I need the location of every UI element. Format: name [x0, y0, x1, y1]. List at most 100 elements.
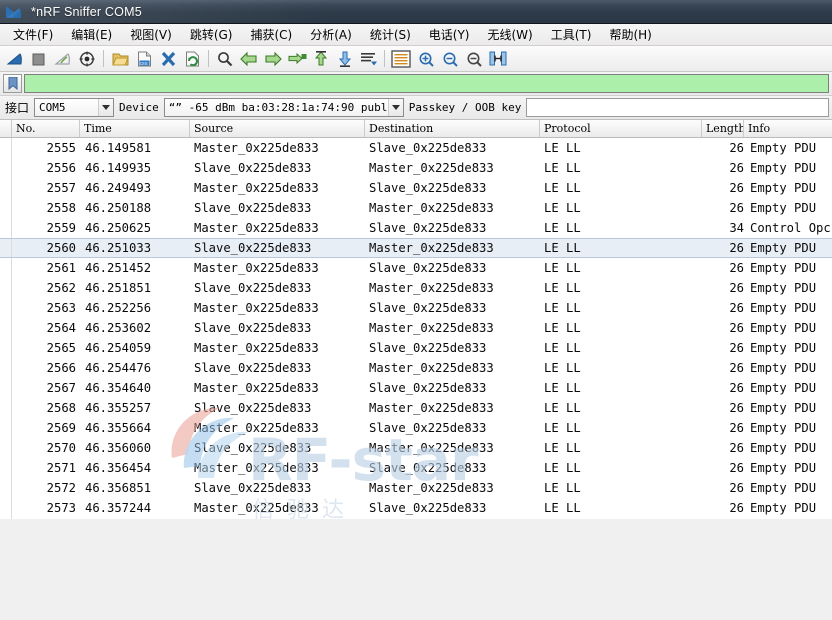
- interface-select-value: COM5: [39, 101, 98, 114]
- cell-info: Empty PDU: [744, 278, 832, 298]
- cell-protocol: LE LL: [540, 278, 702, 298]
- menu-file[interactable]: 文件(F): [4, 24, 62, 46]
- cell-protocol: LE LL: [540, 218, 702, 238]
- cell-destination: Master_0x225de833: [365, 239, 540, 257]
- cell-source: Master_0x225de833: [190, 498, 365, 518]
- cell-length: 26: [702, 298, 744, 318]
- column-header-gutter: [0, 120, 12, 137]
- column-header-destination[interactable]: Destination: [365, 120, 540, 137]
- cell-protocol: LE LL: [540, 158, 702, 178]
- cell-length: 26: [702, 239, 744, 257]
- menu-go[interactable]: 跳转(G): [181, 24, 242, 46]
- resize-columns-icon[interactable]: [486, 48, 510, 70]
- table-row[interactable]: 256746.354640Master_0x225de833Slave_0x22…: [0, 378, 832, 398]
- go-forward-icon[interactable]: [261, 48, 285, 70]
- table-row[interactable]: 257346.357244Master_0x225de833Slave_0x22…: [0, 498, 832, 518]
- table-row[interactable]: 256246.251851Slave_0x225de833Master_0x22…: [0, 278, 832, 298]
- menu-telephony[interactable]: 电话(Y): [420, 24, 479, 46]
- restart-capture-icon[interactable]: [51, 48, 75, 70]
- menu-edit[interactable]: 编辑(E): [62, 24, 121, 46]
- cell-destination: Slave_0x225de833: [365, 178, 540, 198]
- table-row[interactable]: 256946.355664Master_0x225de833Slave_0x22…: [0, 418, 832, 438]
- column-header-info[interactable]: Info: [744, 120, 832, 137]
- start-capture-icon[interactable]: [3, 48, 27, 70]
- menu-tools[interactable]: 工具(T): [542, 24, 601, 46]
- table-row[interactable]: 257246.356851Slave_0x225de833Master_0x22…: [0, 478, 832, 498]
- cell-protocol: LE LL: [540, 298, 702, 318]
- table-row[interactable]: 257046.356060Slave_0x225de833Master_0x22…: [0, 438, 832, 458]
- close-file-icon[interactable]: [156, 48, 180, 70]
- table-row[interactable]: 255746.249493Master_0x225de833Slave_0x22…: [0, 178, 832, 198]
- capture-options-icon[interactable]: [75, 48, 99, 70]
- zoom-out-icon[interactable]: [438, 48, 462, 70]
- table-row[interactable]: 256346.252256Master_0x225de833Slave_0x22…: [0, 298, 832, 318]
- cell-source: Master_0x225de833: [190, 178, 365, 198]
- column-header-source[interactable]: Source: [190, 120, 365, 137]
- table-row[interactable]: 257146.356454Master_0x225de833Slave_0x22…: [0, 458, 832, 478]
- cell-destination: Master_0x225de833: [365, 518, 540, 519]
- go-to-last-packet-icon[interactable]: [333, 48, 357, 70]
- cell-destination: Slave_0x225de833: [365, 418, 540, 438]
- find-packet-icon[interactable]: [213, 48, 237, 70]
- chevron-down-icon: [388, 99, 403, 116]
- cell-length: 26: [702, 378, 744, 398]
- cell-destination: Master_0x225de833: [365, 318, 540, 338]
- table-row[interactable]: 255646.149935Slave_0x225de833Master_0x22…: [0, 158, 832, 178]
- cell-time: 46.253602: [80, 318, 190, 338]
- table-row[interactable]: 255546.149581Master_0x225de833Slave_0x22…: [0, 138, 832, 158]
- table-row[interactable]: 256546.254059Master_0x225de833Slave_0x22…: [0, 338, 832, 358]
- menu-capture[interactable]: 捕获(C): [241, 24, 301, 46]
- packet-list-rows[interactable]: 255546.149581Master_0x225de833Slave_0x22…: [0, 138, 832, 519]
- cell-protocol: LE LL: [540, 478, 702, 498]
- save-file-icon[interactable]: DIS: [132, 48, 156, 70]
- passkey-input[interactable]: [526, 98, 829, 117]
- packet-list[interactable]: No. Time Source Destination Protocol Len…: [0, 120, 832, 519]
- table-row[interactable]: 256646.254476Slave_0x225de833Master_0x22…: [0, 358, 832, 378]
- interface-select[interactable]: COM5: [34, 98, 114, 117]
- go-to-packet-icon[interactable]: [285, 48, 309, 70]
- cell-time: 46.357678: [80, 518, 190, 519]
- menu-analyze[interactable]: 分析(A): [301, 24, 361, 46]
- menu-help[interactable]: 帮助(H): [600, 24, 660, 46]
- open-file-icon[interactable]: [108, 48, 132, 70]
- cell-length: 26: [702, 518, 744, 519]
- cell-time: 46.149935: [80, 158, 190, 178]
- table-row[interactable]: 255846.250188Slave_0x225de833Master_0x22…: [0, 198, 832, 218]
- table-row[interactable]: 257446.357678Slave_0x225de833Master_0x22…: [0, 518, 832, 519]
- column-header-protocol[interactable]: Protocol: [540, 120, 702, 137]
- cell-protocol: LE LL: [540, 418, 702, 438]
- table-row[interactable]: 256146.251452Master_0x225de833Slave_0x22…: [0, 258, 832, 278]
- auto-scroll-icon[interactable]: [357, 48, 381, 70]
- go-back-icon[interactable]: [237, 48, 261, 70]
- zoom-in-icon[interactable]: [414, 48, 438, 70]
- table-row[interactable]: 256046.251033Slave_0x225de833Master_0x22…: [0, 238, 832, 258]
- table-row[interactable]: 255946.250625Master_0x225de833Slave_0x22…: [0, 218, 832, 238]
- menu-statistics[interactable]: 统计(S): [361, 24, 420, 46]
- menu-wireless[interactable]: 无线(W): [479, 24, 542, 46]
- row-gutter: [0, 218, 12, 238]
- cell-info: Empty PDU: [744, 338, 832, 358]
- column-header-no[interactable]: No.: [12, 120, 80, 137]
- device-select[interactable]: “” -65 dBm ba:03:28:1a:74:90 public: [164, 98, 404, 117]
- column-header-time[interactable]: Time: [80, 120, 190, 137]
- cell-time: 46.254476: [80, 358, 190, 378]
- display-filter-input[interactable]: [24, 74, 829, 93]
- menu-view[interactable]: 视图(V): [121, 24, 181, 46]
- go-to-first-packet-icon[interactable]: [309, 48, 333, 70]
- column-header-length[interactable]: Length: [702, 120, 744, 137]
- packet-list-header: No. Time Source Destination Protocol Len…: [0, 120, 832, 138]
- table-row[interactable]: 256446.253602Slave_0x225de833Master_0x22…: [0, 318, 832, 338]
- table-row[interactable]: 256846.355257Slave_0x225de833Master_0x22…: [0, 398, 832, 418]
- cell-no: 2566: [12, 358, 80, 378]
- cell-time: 46.356851: [80, 478, 190, 498]
- colorize-icon[interactable]: [388, 48, 414, 70]
- reload-file-icon[interactable]: [180, 48, 204, 70]
- zoom-reset-icon[interactable]: [462, 48, 486, 70]
- stop-capture-icon[interactable]: [27, 48, 51, 70]
- cell-length: 26: [702, 458, 744, 478]
- cell-info: Empty PDU: [744, 518, 832, 519]
- cell-source: Slave_0x225de833: [190, 518, 365, 519]
- device-label: Device: [119, 101, 159, 114]
- cell-info: Control Opc: [744, 218, 832, 238]
- bookmark-icon[interactable]: [3, 74, 22, 93]
